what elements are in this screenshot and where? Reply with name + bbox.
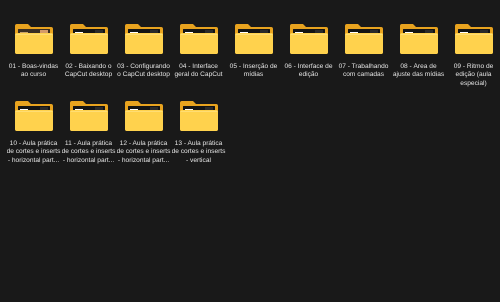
folder-icon — [179, 101, 218, 131]
folder-name: 12 - Aula prática de cortes e inserts - … — [116, 140, 171, 164]
folder-icon — [14, 101, 53, 131]
folder-icon — [124, 101, 163, 131]
folder-name: 04 - Interface geral do CapCut — [174, 63, 223, 79]
folder-name: 02 - Baixando o CapCut desktop — [64, 63, 113, 79]
folder-item-7[interactable]: 07 - Trabalhando com camadas — [336, 22, 391, 99]
folder-icon — [454, 24, 493, 54]
folder-name: 13 - Aula prática de cortes e inserts - … — [171, 140, 226, 164]
folder-item-10[interactable]: 10 - Aula prática de cortes e inserts - … — [6, 99, 61, 176]
folder-item-12[interactable]: 12 - Aula prática de cortes e inserts - … — [116, 99, 171, 176]
folder-icon — [289, 24, 328, 54]
folder-name: 07 - Trabalhando com camadas — [338, 63, 389, 79]
folder-item-2[interactable]: 02 - Baixando o CapCut desktop — [61, 22, 116, 99]
folder-item-13[interactable]: 13 - Aula prática de cortes e inserts - … — [171, 99, 226, 176]
folder-grid: 01 - Boas-vindas ao curso 02 - Baixando … — [6, 22, 500, 176]
folder-name: 01 - Boas-vindas ao curso — [8, 63, 59, 79]
folder-item-3[interactable]: 03 - Configurando o CapCut desktop — [116, 22, 171, 99]
folder-name: 08 - Área de ajuste das mídias — [392, 63, 445, 79]
folder-name: 06 - Interface de edição — [284, 63, 333, 79]
folder-icon — [69, 101, 108, 131]
folder-icon — [14, 24, 53, 54]
folder-item-5[interactable]: 05 - Inserção de mídias — [226, 22, 281, 99]
folder-item-8[interactable]: 08 - Área de ajuste das mídias — [391, 22, 446, 99]
folder-name: 03 - Configurando o CapCut desktop — [117, 63, 170, 79]
folder-icon — [69, 24, 108, 54]
folder-icon — [399, 24, 438, 54]
folder-icon — [124, 24, 163, 54]
folder-name: 11 - Aula prática de cortes e inserts - … — [61, 140, 116, 164]
file-explorer-view: 01 - Boas-vindas ao curso 02 - Baixando … — [0, 0, 500, 302]
folder-name: 09 - Ritmo de edição (aula especial) — [453, 63, 494, 87]
folder-item-1[interactable]: 01 - Boas-vindas ao curso — [6, 22, 61, 99]
folder-icon — [234, 24, 273, 54]
folder-item-4[interactable]: 04 - Interface geral do CapCut — [171, 22, 226, 99]
folder-icon — [344, 24, 383, 54]
folder-item-9[interactable]: 09 - Ritmo de edição (aula especial) — [446, 22, 500, 99]
folder-item-6[interactable]: 06 - Interface de edição — [281, 22, 336, 99]
folder-item-11[interactable]: 11 - Aula prática de cortes e inserts - … — [61, 99, 116, 176]
folder-icon — [179, 24, 218, 54]
folder-name: 10 - Aula prática de cortes e inserts - … — [6, 140, 61, 164]
folder-name: 05 - Inserção de mídias — [229, 63, 278, 79]
